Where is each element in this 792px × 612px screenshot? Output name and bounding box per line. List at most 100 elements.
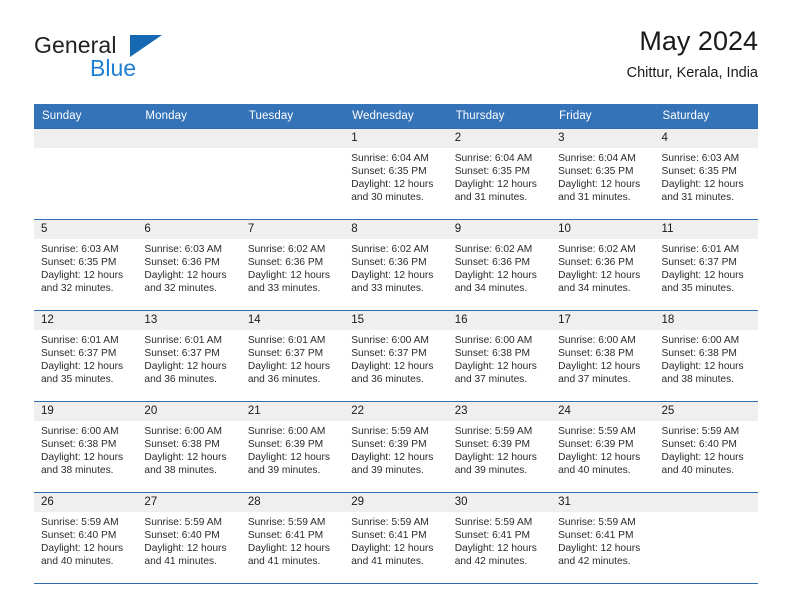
sunrise-time: Sunrise: 6:04 AM <box>454 153 533 164</box>
sunset-time: Sunset: 6:38 PM <box>661 348 737 359</box>
sunrise-time: Sunrise: 6:00 AM <box>454 335 533 346</box>
daylight-duration-line1: Daylight: 12 hours <box>144 270 227 281</box>
day-number: 30 <box>447 493 552 512</box>
daylight-duration-line1: Daylight: 12 hours <box>558 543 641 554</box>
day-number: 14 <box>240 311 345 330</box>
daylight-duration-line2: and 35 minutes. <box>41 374 114 385</box>
day-details: Sunrise: 6:03 AM Sunset: 6:35 PM Daylight:… <box>655 148 758 204</box>
sunset-time: Sunset: 6:39 PM <box>454 439 531 450</box>
calendar-day-cell[interactable]: 27 Sunrise: 5:59 AM Sunset: 6:40 PM Dayligh… <box>137 492 241 583</box>
sunrise-time: Sunrise: 6:04 AM <box>351 153 429 164</box>
day-number <box>137 129 241 148</box>
calendar-day-cell[interactable]: 22 Sunrise: 5:59 AM Sunset: 6:39 PM Dayligh… <box>344 401 448 493</box>
sunset-time: Sunset: 6:35 PM <box>558 166 634 177</box>
calendar-day-cell[interactable]: 19 Sunrise: 6:00 AM Sunset: 6:38 PM Dayligh… <box>34 401 138 493</box>
sunset-time: Sunset: 6:38 PM <box>454 348 531 359</box>
calendar-day-cell[interactable]: 15 Sunrise: 6:00 AM Sunset: 6:37 PM Dayligh… <box>344 310 448 402</box>
calendar-day-cell[interactable]: 14 Sunrise: 6:01 AM Sunset: 6:37 PM Dayligh… <box>240 310 345 402</box>
calendar-day-cell[interactable]: 5 Sunrise: 6:03 AM Sunset: 6:35 PM Daylight… <box>34 219 138 311</box>
sunrise-time: Sunrise: 5:59 AM <box>454 426 533 437</box>
calendar-day-cell[interactable]: 2 Sunrise: 6:04 AM Sunset: 6:35 PM Daylight… <box>447 128 552 220</box>
calendar-day-cell[interactable]: 30 Sunrise: 5:59 AM Sunset: 6:41 PM Dayligh… <box>447 492 552 583</box>
daylight-duration-line2: and 42 minutes. <box>454 556 528 567</box>
daylight-duration-line2: and 31 minutes. <box>454 192 528 203</box>
calendar-day-cell[interactable]: 28 Sunrise: 5:59 AM Sunset: 6:41 PM Dayligh… <box>240 492 345 583</box>
daylight-duration-line2: and 40 minutes. <box>661 465 735 476</box>
daylight-duration-line1: Daylight: 12 hours <box>558 361 641 372</box>
daylight-duration-line1: Daylight: 12 hours <box>144 543 227 554</box>
daylight-duration-line1: Daylight: 12 hours <box>41 543 124 554</box>
sunset-time: Sunset: 6:41 PM <box>454 530 531 541</box>
day-details: Sunrise: 6:00 AM Sunset: 6:38 PM Daylight:… <box>551 330 654 386</box>
calendar-day-cell[interactable]: 18 Sunrise: 6:00 AM Sunset: 6:38 PM Dayligh… <box>654 310 758 402</box>
sunrise-time: Sunrise: 6:01 AM <box>247 335 326 346</box>
calendar-week-row: 5 Sunrise: 6:03 AM Sunset: 6:35 PM Daylight… <box>34 219 758 311</box>
daylight-duration-line2: and 41 minutes. <box>351 556 424 567</box>
calendar-day-cell[interactable]: 6 Sunrise: 6:03 AM Sunset: 6:36 PM Daylight… <box>137 219 241 311</box>
day-details: Sunrise: 5:59 AM Sunset: 6:39 PM Daylight:… <box>344 421 447 477</box>
calendar-day-cell[interactable]: 21 Sunrise: 6:00 AM Sunset: 6:39 PM Dayligh… <box>240 401 345 493</box>
daylight-duration-line2: and 36 minutes. <box>247 374 321 385</box>
daylight-duration-line1: Daylight: 12 hours <box>351 543 434 554</box>
calendar-day-cell[interactable]: 8 Sunrise: 6:02 AM Sunset: 6:36 PM Daylight… <box>344 219 448 311</box>
sunset-time: Sunset: 6:36 PM <box>454 257 531 268</box>
sunset-time: Sunset: 6:38 PM <box>144 439 220 450</box>
calendar-container: Sunday Monday Tuesday Wednesday Thursday… <box>34 104 758 584</box>
daylight-duration-line1: Daylight: 12 hours <box>454 361 537 372</box>
calendar-body: 1 Sunrise: 6:04 AM Sunset: 6:35 PM Daylight… <box>34 128 758 583</box>
daylight-duration-line1: Daylight: 12 hours <box>454 270 537 281</box>
day-details: Sunrise: 6:01 AM Sunset: 6:37 PM Daylight:… <box>241 330 344 386</box>
day-details: Sunrise: 6:00 AM Sunset: 6:39 PM Daylight:… <box>241 421 344 477</box>
daylight-duration-line2: and 40 minutes. <box>41 556 114 567</box>
calendar-day-cell[interactable]: 31 Sunrise: 5:59 AM Sunset: 6:41 PM Dayligh… <box>551 492 655 583</box>
calendar-header-row: Sunday Monday Tuesday Wednesday Thursday… <box>34 104 758 129</box>
calendar-day-cell[interactable]: 12 Sunrise: 6:01 AM Sunset: 6:37 PM Dayligh… <box>34 310 138 402</box>
calendar-day-cell[interactable]: 9 Sunrise: 6:02 AM Sunset: 6:36 PM Daylight… <box>447 219 552 311</box>
day-details: Sunrise: 5:59 AM Sunset: 6:41 PM Daylight:… <box>241 512 344 568</box>
calendar-day-cell[interactable]: 20 Sunrise: 6:00 AM Sunset: 6:38 PM Dayligh… <box>137 401 241 493</box>
calendar-day-cell[interactable]: 4 Sunrise: 6:03 AM Sunset: 6:35 PM Daylight… <box>654 128 758 220</box>
day-details: Sunrise: 5:59 AM Sunset: 6:41 PM Daylight:… <box>551 512 654 568</box>
daylight-duration-line2: and 31 minutes. <box>558 192 631 203</box>
calendar-day-cell[interactable]: 26 Sunrise: 5:59 AM Sunset: 6:40 PM Dayligh… <box>34 492 138 583</box>
daylight-duration-line2: and 32 minutes. <box>41 283 114 294</box>
sunset-time: Sunset: 6:36 PM <box>247 257 324 268</box>
sunrise-time: Sunrise: 6:00 AM <box>351 335 429 346</box>
calendar-day-cell[interactable]: 7 Sunrise: 6:02 AM Sunset: 6:36 PM Daylight… <box>240 219 345 311</box>
daylight-duration-line1: Daylight: 12 hours <box>351 452 434 463</box>
brand-logo[interactable]: General Blue <box>34 32 254 92</box>
calendar-day-cell[interactable]: 24 Sunrise: 5:59 AM Sunset: 6:39 PM Dayligh… <box>551 401 655 493</box>
calendar-day-cell[interactable]: 1 Sunrise: 6:04 AM Sunset: 6:35 PM Daylight… <box>344 128 448 220</box>
day-details: Sunrise: 5:59 AM Sunset: 6:41 PM Daylight:… <box>344 512 447 568</box>
sunset-time: Sunset: 6:39 PM <box>351 439 427 450</box>
daylight-duration-line2: and 38 minutes. <box>144 465 217 476</box>
daylight-duration-line2: and 36 minutes. <box>351 374 424 385</box>
day-number: 27 <box>137 493 241 512</box>
calendar-day-cell[interactable]: 25 Sunrise: 5:59 AM Sunset: 6:40 PM Dayligh… <box>654 401 758 493</box>
calendar-day-cell[interactable]: 3 Sunrise: 6:04 AM Sunset: 6:35 PM Daylight… <box>551 128 655 220</box>
calendar-day-cell[interactable]: 17 Sunrise: 6:00 AM Sunset: 6:38 PM Dayligh… <box>551 310 655 402</box>
daylight-duration-line1: Daylight: 12 hours <box>144 361 227 372</box>
day-number: 31 <box>551 493 655 512</box>
sunrise-time: Sunrise: 6:02 AM <box>247 244 326 255</box>
calendar-day-cell[interactable]: 10 Sunrise: 6:02 AM Sunset: 6:36 PM Dayligh… <box>551 219 655 311</box>
calendar-day-cell[interactable]: 23 Sunrise: 5:59 AM Sunset: 6:39 PM Dayligh… <box>447 401 552 493</box>
daylight-duration-line1: Daylight: 12 hours <box>661 270 744 281</box>
day-details: Sunrise: 6:00 AM Sunset: 6:38 PM Daylight:… <box>137 421 240 477</box>
daylight-duration-line1: Daylight: 12 hours <box>351 179 434 190</box>
daylight-duration-line1: Daylight: 12 hours <box>661 179 744 190</box>
day-details: Sunrise: 6:04 AM Sunset: 6:35 PM Daylight:… <box>344 148 447 204</box>
calendar-day-cell[interactable]: 29 Sunrise: 5:59 AM Sunset: 6:41 PM Dayligh… <box>344 492 448 583</box>
day-number: 12 <box>34 311 138 330</box>
calendar-empty-cell <box>240 128 345 220</box>
day-details: Sunrise: 5:59 AM Sunset: 6:40 PM Daylight:… <box>137 512 240 568</box>
weekday-header-saturday: Saturday <box>654 104 758 129</box>
daylight-duration-line1: Daylight: 12 hours <box>247 361 330 372</box>
calendar-day-cell[interactable]: 13 Sunrise: 6:01 AM Sunset: 6:37 PM Dayligh… <box>137 310 241 402</box>
sunrise-time: Sunrise: 5:59 AM <box>558 426 636 437</box>
calendar-day-cell[interactable]: 11 Sunrise: 6:01 AM Sunset: 6:37 PM Dayligh… <box>654 219 758 311</box>
sunrise-time: Sunrise: 6:00 AM <box>247 426 326 437</box>
sunset-time: Sunset: 6:35 PM <box>351 166 427 177</box>
day-details: Sunrise: 5:59 AM Sunset: 6:39 PM Daylight:… <box>448 421 551 477</box>
calendar-day-cell[interactable]: 16 Sunrise: 6:00 AM Sunset: 6:38 PM Dayligh… <box>447 310 552 402</box>
